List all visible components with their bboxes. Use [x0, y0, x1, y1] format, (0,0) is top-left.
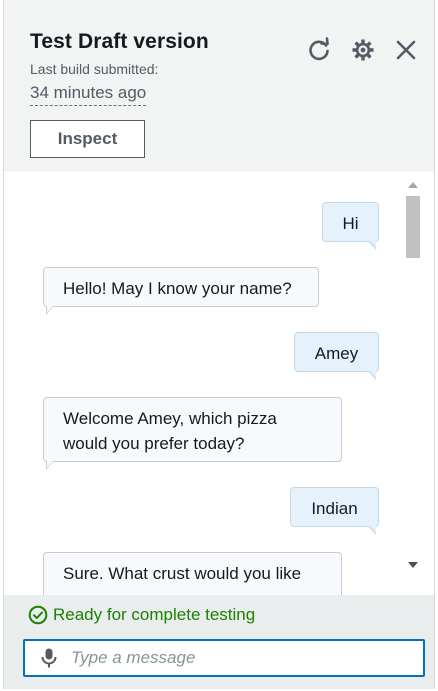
bubble-tail [369, 240, 376, 248]
status-indicator: Ready for complete testing [28, 605, 255, 625]
user-message: Amey [294, 332, 379, 372]
bubble-tail [47, 460, 54, 468]
status-text: Ready for complete testing [53, 605, 256, 624]
refresh-icon[interactable] [305, 36, 333, 64]
bubble-tail [369, 370, 376, 378]
user-message: Indian [290, 487, 379, 527]
scroll-up-arrow-icon[interactable] [408, 182, 418, 188]
test-panel: Test Draft version Last build submitted:… [3, 0, 435, 689]
user-message: Hi [322, 202, 379, 242]
close-icon[interactable] [392, 36, 420, 64]
bot-message: Welcome Amey, which pizza would you pref… [43, 397, 342, 462]
panel-header: Test Draft version Last build submitted:… [4, 0, 434, 170]
microphone-icon[interactable] [39, 647, 59, 669]
build-time[interactable]: 34 minutes ago [30, 83, 147, 106]
bot-message: Sure. What crust would you like [43, 552, 342, 596]
message-input-box[interactable] [23, 639, 425, 677]
build-label: Last build submitted: [30, 61, 159, 77]
bot-message: Hello! May I know your name? [43, 267, 319, 307]
bubble-tail [47, 305, 54, 313]
scroll-down-arrow-icon[interactable] [408, 562, 418, 568]
panel-title: Test Draft version [30, 30, 209, 53]
inspect-button[interactable]: Inspect [30, 120, 145, 158]
message-input[interactable] [69, 647, 423, 669]
chat-scrollbar[interactable] [404, 178, 422, 578]
check-circle-icon [28, 605, 48, 625]
chat-transcript[interactable]: Hi Hello! May I know your name? Amey Wel… [4, 170, 434, 596]
scroll-thumb[interactable] [406, 196, 420, 258]
bubble-tail [369, 525, 376, 533]
settings-icon[interactable] [349, 36, 377, 64]
